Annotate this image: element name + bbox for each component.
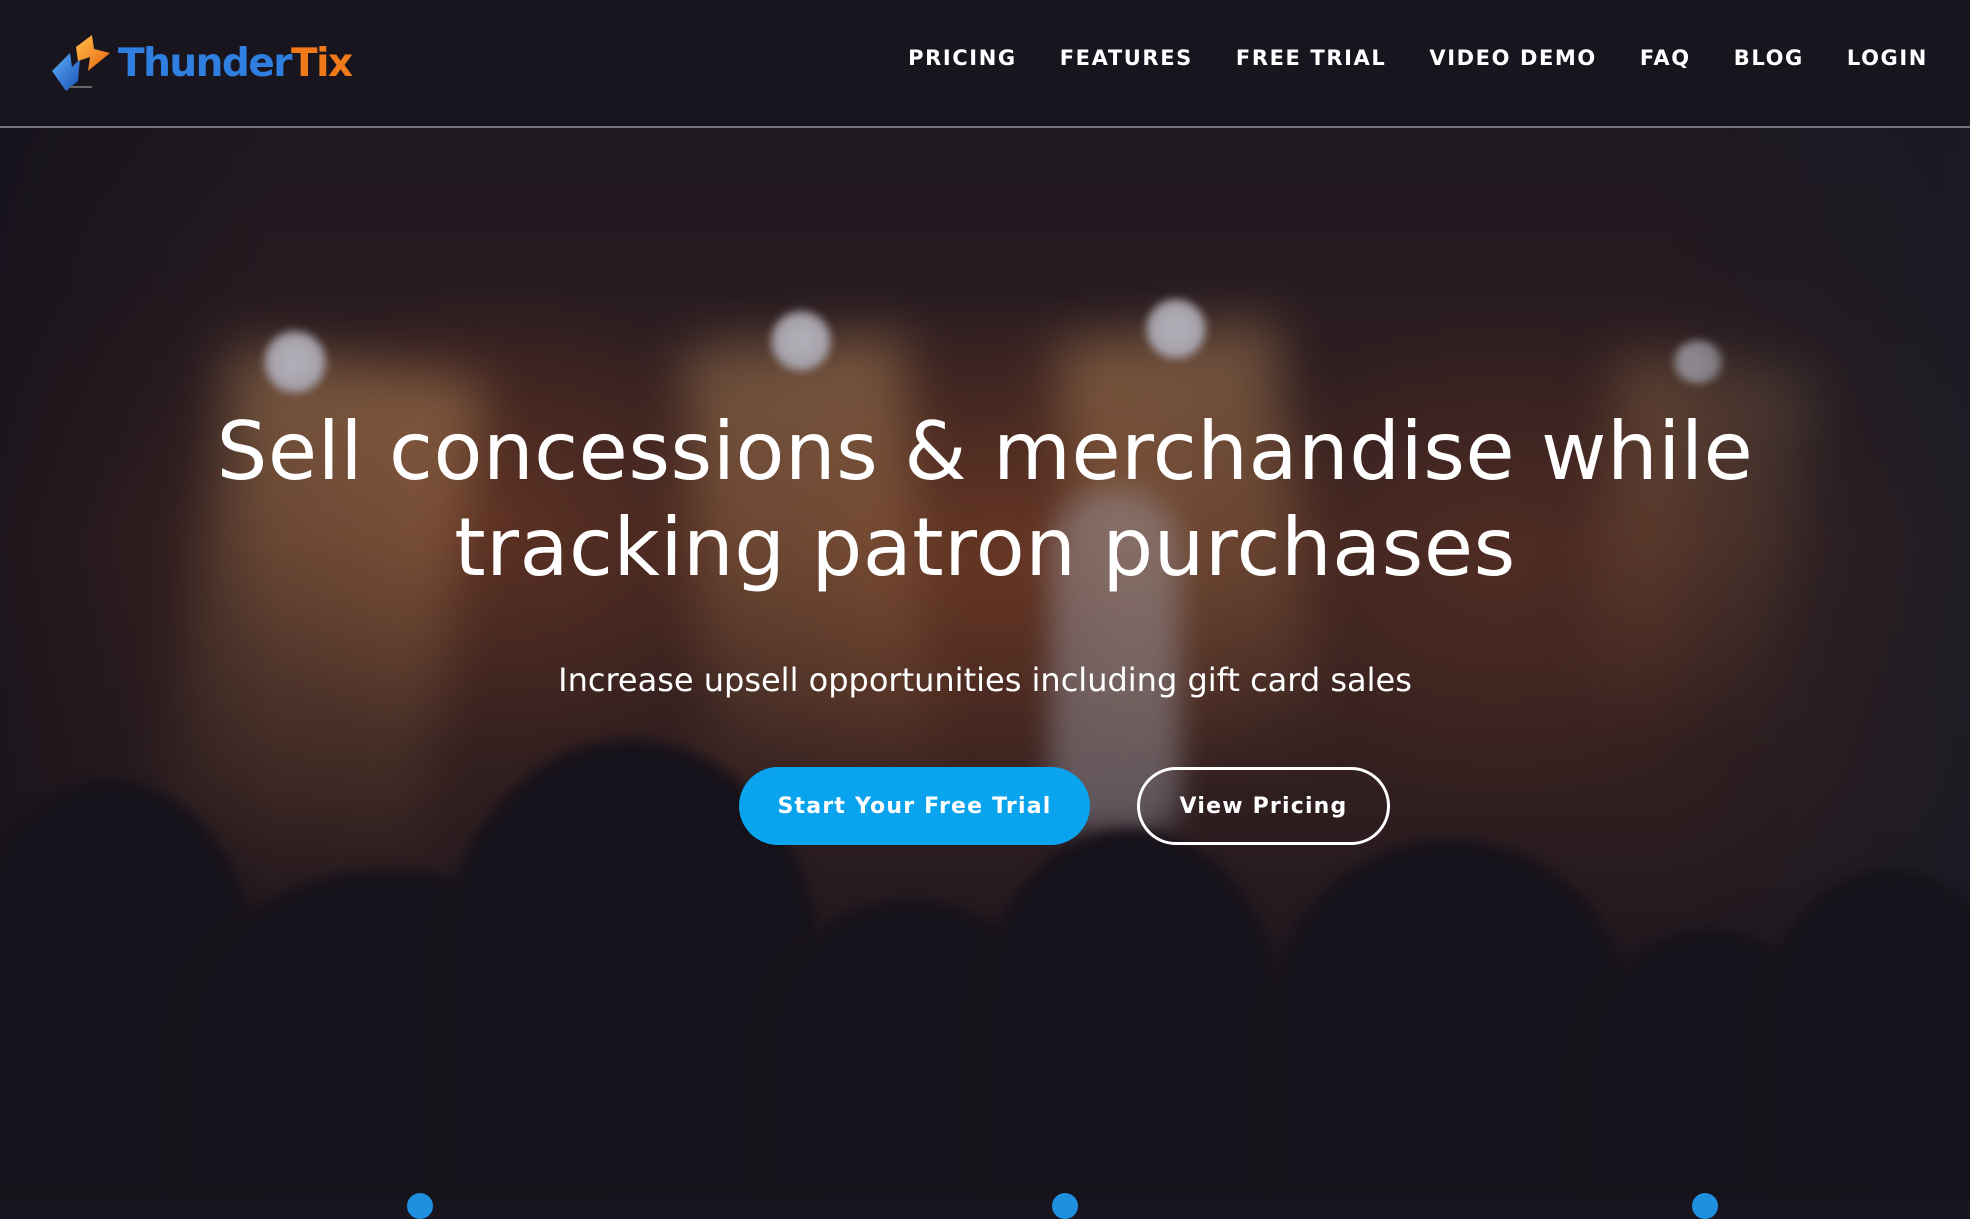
headline-line-1: Sell concessions & merchandise while (216, 405, 1754, 498)
headline-line-2: tracking patron purchases (454, 501, 1516, 594)
feature-icon-partial (407, 1193, 433, 1219)
hero-headline: Sell concessions & merchandise while tra… (0, 404, 1970, 596)
feature-icon-partial (1052, 1193, 1078, 1219)
hero-subtitle: Increase upsell opportunities including … (558, 661, 1412, 699)
view-pricing-button[interactable]: View Pricing (1137, 767, 1390, 845)
hero-section: Sell concessions & merchandise while tra… (0, 0, 1970, 1200)
feature-icon-partial (1692, 1193, 1718, 1219)
start-free-trial-button[interactable]: Start Your Free Trial (739, 767, 1090, 845)
